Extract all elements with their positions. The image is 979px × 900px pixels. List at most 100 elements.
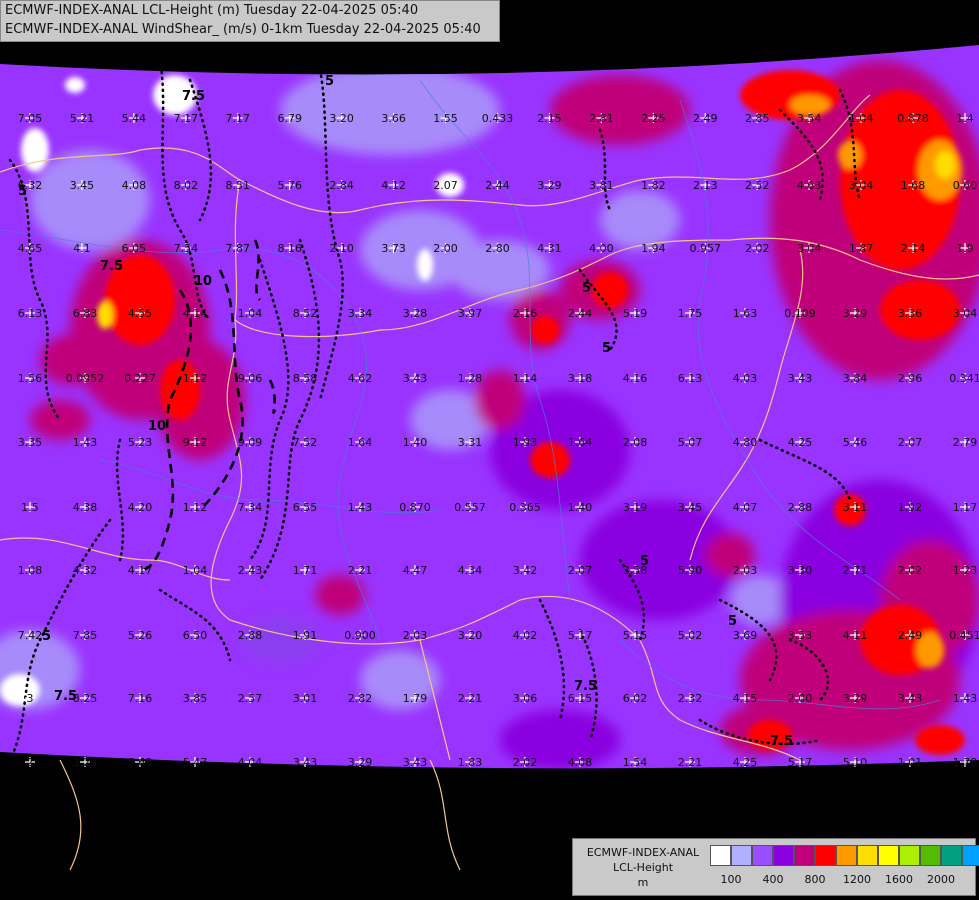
grid-value-label: 7.16 (128, 692, 153, 705)
grid-value: 2.00 (788, 692, 813, 705)
grid-value-label: 4.17 (128, 564, 153, 577)
grid-value: 3.42 (513, 564, 538, 577)
grid-value: 2.15 (537, 112, 562, 125)
grid-value-label: 2.79 (953, 436, 978, 449)
grid-value: 1.64 (348, 436, 373, 449)
grid-value: 1.4 (956, 112, 974, 125)
grid-value-label: 7.85 (73, 629, 98, 642)
grid-value: 2.00 (433, 242, 458, 255)
grid-value: 0.60 (953, 179, 978, 192)
grid-value-label: 3.85 (183, 692, 208, 705)
grid-value-label: 7.42 (18, 629, 43, 642)
grid-value-label: 0.341 (949, 372, 979, 385)
grid-value-label: 3.31 (458, 436, 483, 449)
grid-value: 7.42 (18, 629, 43, 642)
grid-value: 0.900 (344, 629, 376, 642)
grid-value: 0.451 (949, 629, 979, 642)
grid-value: 5.44 (122, 112, 147, 125)
grid-value-label: 1.9 (956, 242, 974, 255)
lcl-height-field (0, 45, 979, 769)
grid-value-label: 2.85 (745, 112, 770, 125)
grid-value-label: 0.900 (344, 629, 376, 642)
grid-value-label: 1.64 (568, 436, 593, 449)
grid-value: 4.32 (73, 564, 98, 577)
grid-value: 0.227 (124, 372, 156, 385)
grid-value: 4.38 (73, 501, 98, 514)
grid-value: 2.13 (693, 179, 718, 192)
grid-value-label: 2.80 (485, 242, 510, 255)
grid-value-label: 4.25 (788, 436, 813, 449)
legend-swatch (815, 845, 836, 866)
contour-label: 5 (42, 629, 51, 644)
grid-value-label: 1.43 (73, 436, 98, 449)
contour-label: 5 (728, 614, 737, 629)
grid-value-label: 2.71 (843, 564, 868, 577)
grid-value: 1.5 (21, 501, 39, 514)
grid-value-label: 1.12 (183, 372, 208, 385)
grid-value: 0.878 (897, 112, 929, 125)
legend-unit: m (637, 876, 649, 889)
grid-value-label: 2.00 (433, 242, 458, 255)
grid-value-label: 7.17 (226, 112, 251, 125)
grid-value: 2.02 (898, 564, 923, 577)
grid-value-label: 4.65 (18, 242, 43, 255)
grid-value-label: 4.14 (183, 307, 208, 320)
grid-value: 4.02 (513, 629, 538, 642)
grid-value-label: 1.40 (568, 501, 593, 514)
legend-swatch (710, 845, 731, 866)
grid-value: 3.31 (458, 436, 483, 449)
grid-value: 3.20 (329, 112, 354, 125)
grid-value: 8.51 (226, 179, 251, 192)
grid-value-label: 3.29 (73, 756, 98, 769)
grid-value: 2.81 (589, 112, 614, 125)
grid-value: 3.35 (18, 436, 43, 449)
grid-value: 7.34 (238, 501, 263, 514)
grid-value-label: 1.78 (953, 756, 978, 769)
grid-value-label: 2.81 (589, 112, 614, 125)
grid-value: 2.52 (745, 179, 770, 192)
grid-value: 3.01 (293, 692, 318, 705)
legend-swatch (857, 845, 878, 866)
color-legend: ECMWF-INDEX-ANAL LCL-Height m 100 400 800 1… (572, 838, 979, 896)
grid-value: 2.02 (745, 242, 770, 255)
grid-value-label: 2.21 (348, 564, 373, 577)
legend-tick-label: 1200 (843, 873, 871, 886)
grid-value-label: 2.10 (329, 242, 354, 255)
grid-value-label: 8.02 (174, 179, 199, 192)
grid-value: 2.08 (623, 436, 648, 449)
grid-value: 5.19 (623, 307, 648, 320)
grid-value-label: 3.53 (788, 629, 813, 642)
legend-swatch (773, 845, 794, 866)
grid-value: 3.73 (381, 242, 406, 255)
grid-value: 1.01 (898, 756, 923, 769)
grid-value: 1.94 (641, 242, 666, 255)
grid-value-label: 5.47 (183, 756, 208, 769)
grid-value: 3.20 (458, 629, 483, 642)
grid-value-label: 6.13 (678, 372, 703, 385)
grid-value-label: 4.20 (128, 501, 153, 514)
grid-value: 2.10 (329, 242, 354, 255)
grid-value-label: 1.64 (348, 436, 373, 449)
legend-swatch (941, 845, 962, 866)
grid-value: 1.43 (73, 436, 98, 449)
header-title-lcl: ECMWF-INDEX-ANAL LCL-Height (m) Tuesday … (5, 3, 419, 18)
grid-value: 3.43 (403, 372, 428, 385)
grid-value: 0.341 (949, 372, 979, 385)
grid-value-label: 5.10 (843, 756, 868, 769)
grid-value: 4.03 (733, 372, 758, 385)
grid-value: 1.75 (678, 307, 703, 320)
grid-value: 2 (25, 756, 35, 769)
contour-label: 10 (148, 419, 166, 434)
grid-value-label: 3.29 (537, 179, 562, 192)
grid-value: 4.1 (73, 242, 91, 255)
grid-value: 1.17 (953, 501, 978, 514)
grid-value-label: 4.80 (733, 436, 758, 449)
grid-value-label: 1.04 (849, 112, 874, 125)
grid-value: 7.52 (293, 436, 318, 449)
grid-value-label: 4.15 (733, 692, 758, 705)
grid-value-label: 2.14 (901, 242, 926, 255)
grid-value: 1.82 (641, 179, 666, 192)
grid-value: 4.31 (537, 242, 562, 255)
grid-value-label: 6.02 (623, 692, 648, 705)
grid-value: 1.54 (623, 756, 648, 769)
